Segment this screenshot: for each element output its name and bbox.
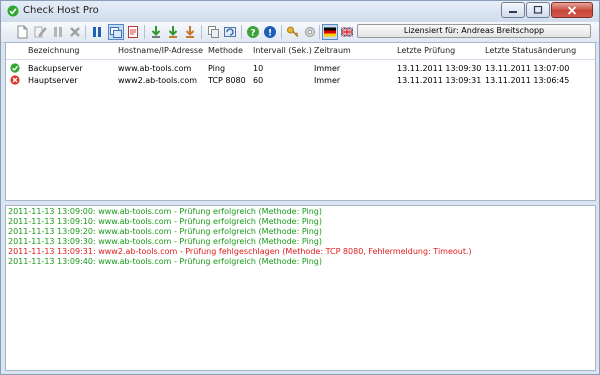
window-controls (500, 2, 593, 19)
cell-method: TCP 8080 (208, 76, 246, 85)
toolbar-separator (319, 25, 320, 39)
uk-flag-icon[interactable] (340, 25, 354, 39)
column-header[interactable]: Bezeichnung (28, 46, 80, 55)
cell-period: Immer (314, 64, 341, 73)
column-header[interactable]: Methode (208, 46, 243, 55)
import-icon[interactable] (149, 25, 163, 39)
toolbar: ? ! Lizensiert für: Andreas Breitschopp (1, 22, 599, 43)
table-row[interactable]: Backupserver www.ab-tools.com Ping 10 Im… (6, 63, 595, 74)
column-header[interactable]: Intervall (Sek.) (253, 46, 312, 55)
toolbar-separator (144, 25, 145, 39)
log-line: 2011-11-13 13:09:10: www.ab-tools.com - … (8, 217, 322, 226)
gear-icon[interactable] (303, 25, 317, 39)
info-icon[interactable]: ! (263, 25, 277, 39)
cell-last-status-change: 13.11.2011 13:06:45 (485, 76, 570, 85)
log-line: 2011-11-13 13:09:30: www.ab-tools.com - … (8, 237, 322, 246)
minimize-icon (509, 11, 517, 13)
toolbar-separator (85, 25, 86, 39)
delete-icon[interactable] (68, 25, 82, 39)
close-icon (567, 5, 577, 15)
cell-interval: 10 (253, 64, 264, 73)
log-panel[interactable]: 2011-11-13 13:09:00: www.ab-tools.com - … (5, 205, 596, 371)
column-header[interactable]: Letzte Prüfung (397, 46, 455, 55)
window-title: Check Host Pro (23, 5, 99, 16)
log-icon[interactable] (126, 25, 140, 39)
pause-blue-icon[interactable] (90, 25, 104, 39)
cell-hostname: www2.ab-tools.com (118, 76, 198, 85)
column-header[interactable]: Zeitraum (314, 46, 351, 55)
toolbar-separator (281, 25, 282, 39)
refresh-icon[interactable] (223, 25, 237, 39)
new-document-icon[interactable] (15, 25, 29, 39)
maximize-button[interactable] (526, 2, 550, 18)
cell-last-check: 13.11.2011 13:09:31 (397, 76, 482, 85)
minimize-button[interactable] (501, 2, 525, 18)
pause-icon[interactable] (51, 25, 65, 39)
svg-text:!: ! (268, 29, 272, 39)
close-button[interactable] (551, 2, 593, 18)
log-line: 2011-11-13 13:09:31: www2.ab-tools.com -… (8, 247, 472, 256)
cell-method: Ping (208, 64, 226, 73)
copy-icon[interactable] (206, 25, 220, 39)
cell-hostname: www.ab-tools.com (118, 64, 192, 73)
maximize-icon (533, 6, 543, 14)
svg-text:?: ? (250, 29, 255, 39)
export-icon[interactable] (166, 25, 180, 39)
log-line: 2011-11-13 13:09:20: www.ab-tools.com - … (8, 227, 322, 236)
check-icon (10, 63, 20, 73)
export-log-icon[interactable] (183, 25, 197, 39)
cell-name: Backupserver (28, 64, 83, 73)
log-line: 2011-11-13 13:09:00: www.ab-tools.com - … (8, 207, 322, 216)
list-header: Bezeichnung Hostname/IP-Adresse Methode … (6, 43, 595, 60)
title-bar[interactable]: Check Host Pro (1, 1, 599, 22)
help-icon[interactable]: ? (246, 25, 260, 39)
window-list-icon[interactable] (108, 24, 124, 40)
column-header[interactable]: Hostname/IP-Adresse (118, 46, 203, 55)
log-line: 2011-11-13 13:09:40: www.ab-tools.com - … (8, 257, 322, 266)
toolbar-separator (241, 25, 242, 39)
license-label: Lizensiert für: Andreas Breitschopp (357, 24, 591, 38)
cell-last-status-change: 13.11.2011 13:07:00 (485, 64, 570, 73)
column-header[interactable]: Letzte Statusänderung (485, 46, 576, 55)
cell-period: Immer (314, 76, 341, 85)
check-icon (7, 5, 19, 17)
cell-last-check: 13.11.2011 13:09:30 (397, 64, 482, 73)
table-row[interactable]: Hauptserver www2.ab-tools.com TCP 8080 6… (6, 75, 595, 86)
toolbar-separator (201, 25, 202, 39)
edit-icon[interactable] (33, 25, 47, 39)
cell-interval: 60 (253, 76, 264, 85)
german-flag-icon[interactable] (322, 24, 338, 40)
app-window: Check Host Pro ? ! Lizensiert für: Andre… (0, 0, 600, 375)
cell-name: Hauptserver (28, 76, 78, 85)
host-list[interactable]: Bezeichnung Hostname/IP-Adresse Methode … (5, 42, 596, 201)
key-icon[interactable] (286, 25, 300, 39)
error-icon (10, 75, 20, 85)
